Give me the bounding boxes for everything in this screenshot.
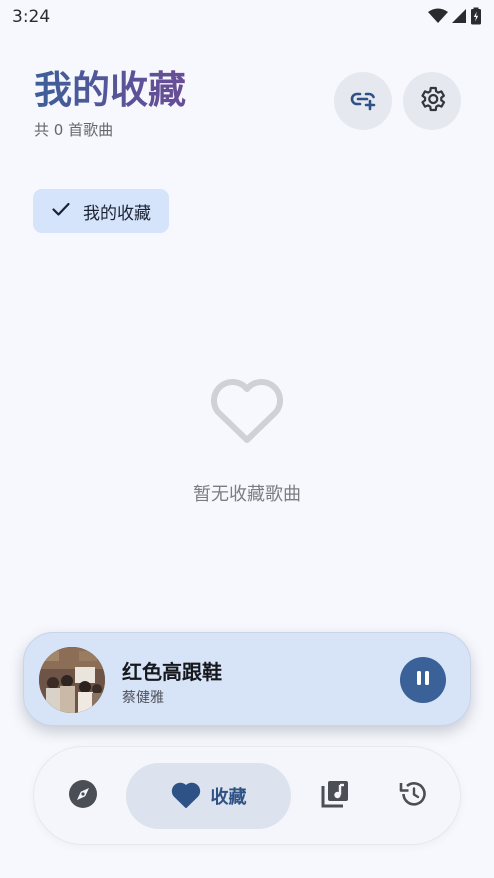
link-add-icon <box>348 84 378 118</box>
album-art[interactable] <box>39 647 105 713</box>
add-link-button[interactable] <box>334 72 392 130</box>
nav-discover[interactable] <box>64 777 102 815</box>
song-count: 共 0 首歌曲 <box>34 121 114 139</box>
bottom-nav: 收藏 <box>33 746 461 845</box>
mini-player[interactable]: 红色高跟鞋 蔡健雅 <box>23 632 471 726</box>
pause-icon <box>414 669 432 691</box>
song-artist: 蔡健雅 <box>122 690 164 706</box>
wifi-icon <box>428 8 448 24</box>
nav-favorites-label: 收藏 <box>210 787 247 808</box>
compass-icon <box>68 779 98 813</box>
empty-state-message: 暂无收藏歌曲 <box>193 484 301 505</box>
status-time: 3:24 <box>12 7 51 27</box>
status-bar: 3:24 <box>0 0 494 34</box>
settings-button[interactable] <box>403 72 461 130</box>
gear-icon <box>417 84 447 118</box>
heart-icon <box>171 781 201 812</box>
status-icons <box>428 7 482 25</box>
battery-charging-icon <box>470 7 482 25</box>
nav-favorites[interactable]: 收藏 <box>126 763 291 829</box>
pause-button[interactable] <box>400 657 446 703</box>
nav-history[interactable] <box>394 777 432 815</box>
history-icon <box>398 779 428 813</box>
check-icon <box>51 199 71 223</box>
song-title: 红色高跟鞋 <box>122 660 222 684</box>
favorites-filter-chip[interactable]: 我的收藏 <box>33 189 169 233</box>
signal-icon <box>451 8 467 24</box>
page-title: 我的收藏 <box>34 68 187 112</box>
chip-label: 我的收藏 <box>83 203 151 224</box>
heart-outline-icon <box>208 376 286 450</box>
music-library-icon <box>320 779 350 813</box>
nav-library[interactable] <box>316 777 354 815</box>
